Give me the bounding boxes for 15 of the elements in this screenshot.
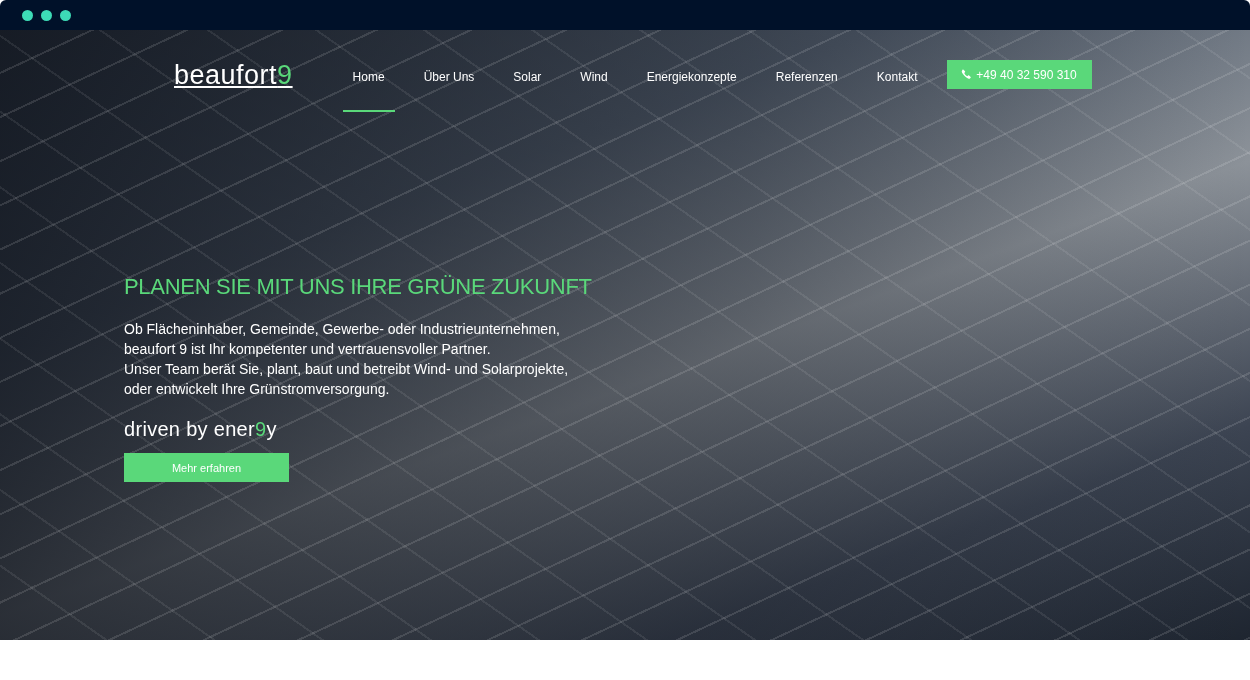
window-dot — [41, 9, 52, 21]
nav-link[interactable]: Solar — [503, 60, 552, 112]
phone-icon — [961, 69, 973, 80]
nav-link[interactable]: Referenzen — [765, 60, 848, 112]
logo[interactable]: beaufort9 — [174, 60, 293, 90]
nav-link[interactable]: Kontakt — [866, 60, 928, 112]
nav-link[interactable]: Home — [342, 60, 395, 112]
hero-heading: PLANEN SIE MIT UNS IHRE GRÜNE ZUKUNFT — [124, 274, 593, 301]
tagline: driven by ener9y — [124, 417, 277, 442]
hero-paragraph: Ob Flächeninhaber, Gemeinde, Gewerbe- oder Industrieunternehmen, beaufort 9 ist Ihr kompetenter und vertrauensvoller Partner. Unser Team berät Sie, plant, baut und betreibt Wind- und Solarprojekte, oder entwickelt Ihre Grünstromversorgung. — [124, 320, 570, 400]
nav-link[interactable]: Energiekonzepte — [636, 60, 747, 112]
window-dot — [22, 9, 33, 21]
nav-link[interactable]: Wind — [570, 60, 618, 112]
nav-link[interactable]: Über Uns — [413, 60, 485, 112]
window-dot — [60, 9, 71, 21]
